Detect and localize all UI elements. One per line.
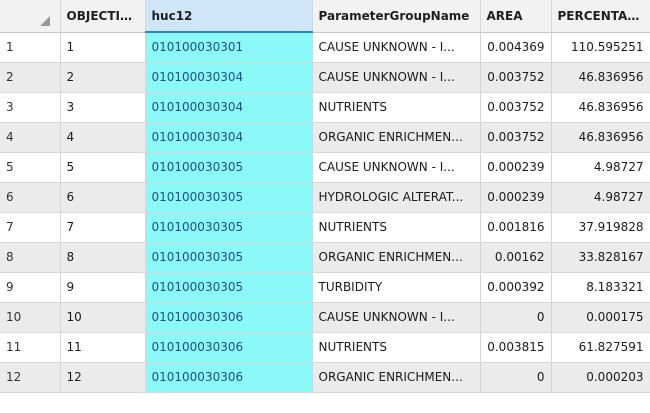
huc12-cell[interactable]: 010100030304 — [145, 122, 313, 153]
row-number-cell[interactable]: 12 — [0, 362, 61, 393]
huc12-cell[interactable]: 010100030304 — [145, 62, 313, 93]
attribute-table: OBJECTID * huc12 ParameterGroupName AREA… — [0, 0, 650, 413]
select-all-corner[interactable] — [0, 0, 61, 33]
huc12-cell[interactable]: 010100030306 — [145, 362, 313, 393]
percentage-cell[interactable]: 33.828167 — [551, 242, 650, 273]
objectid-cell[interactable]: 11 — [60, 332, 146, 363]
table-row[interactable]: 10 10 010100030306 CAUSE UNKNOWN - I... 0 0.0… — [0, 302, 650, 333]
table-row[interactable]: 5 5 010100030305 CAUSE UNKNOWN - I... 0.0002… — [0, 152, 650, 183]
area-cell[interactable]: 0.003752 — [480, 92, 552, 123]
huc12-cell[interactable]: 010100030301 — [145, 32, 313, 63]
percentage-cell[interactable]: 0.000175 — [551, 302, 650, 333]
parametergroupname-cell[interactable]: HYDROLOGIC ALTERAT... — [312, 182, 481, 213]
objectid-cell[interactable]: 9 — [60, 272, 146, 303]
select-all-triangle-icon — [39, 15, 50, 26]
column-header-objectid[interactable]: OBJECTID * — [60, 0, 146, 33]
objectid-cell[interactable]: 10 — [60, 302, 146, 333]
area-cell[interactable]: 0.000239 — [480, 182, 552, 213]
table-row[interactable]: 12 12 010100030306 ORGANIC ENRICHMEN... 0 0.0… — [0, 362, 650, 393]
parametergroupname-cell[interactable]: ORGANIC ENRICHMEN... — [312, 122, 481, 153]
parametergroupname-cell[interactable]: TURBIDITY — [312, 272, 481, 303]
table-row[interactable]: 11 11 010100030306 NUTRIENTS 0.003815 61.8275… — [0, 332, 650, 363]
area-cell[interactable]: 0.003752 — [480, 62, 552, 93]
row-number-cell[interactable]: 11 — [0, 332, 61, 363]
parametergroupname-cell[interactable]: ORGANIC ENRICHMEN... — [312, 242, 481, 273]
row-number-cell[interactable]: 9 — [0, 272, 61, 303]
row-number-cell[interactable]: 2 — [0, 62, 61, 93]
column-header-huc12[interactable]: huc12 — [145, 0, 313, 33]
percentage-cell[interactable]: 46.836956 — [551, 62, 650, 93]
table-row[interactable]: 3 3 010100030304 NUTRIENTS 0.003752 46.836956 — [0, 92, 650, 123]
objectid-cell[interactable]: 6 — [60, 182, 146, 213]
huc12-cell[interactable]: 010100030306 — [145, 332, 313, 363]
parametergroupname-cell[interactable]: NUTRIENTS — [312, 332, 481, 363]
percentage-cell[interactable]: 46.836956 — [551, 122, 650, 153]
column-header-percentage[interactable]: PERCENTAGE — [551, 0, 650, 33]
huc12-cell[interactable]: 010100030304 — [145, 92, 313, 123]
objectid-cell[interactable]: 4 — [60, 122, 146, 153]
parametergroupname-cell[interactable]: CAUSE UNKNOWN - I... — [312, 302, 481, 333]
huc12-cell[interactable]: 010100030305 — [145, 242, 313, 273]
table-row[interactable]: 4 4 010100030304 ORGANIC ENRICHMEN... 0.0037… — [0, 122, 650, 153]
area-cell[interactable]: 0.000392 — [480, 272, 552, 303]
area-cell[interactable]: 0.001816 — [480, 212, 552, 243]
area-cell[interactable]: 0.003815 — [480, 332, 552, 363]
area-cell[interactable]: 0.003752 — [480, 122, 552, 153]
attribute-table-grid: OBJECTID * huc12 ParameterGroupName AREA… — [0, 0, 650, 393]
row-number-cell[interactable]: 3 — [0, 92, 61, 123]
table-row[interactable]: 1 1 010100030301 CAUSE UNKNOWN - I... 0.0043… — [0, 32, 650, 63]
huc12-cell[interactable]: 010100030305 — [145, 272, 313, 303]
row-number-cell[interactable]: 4 — [0, 122, 61, 153]
objectid-cell[interactable]: 5 — [60, 152, 146, 183]
parametergroupname-cell[interactable]: CAUSE UNKNOWN - I... — [312, 152, 481, 183]
parametergroupname-cell[interactable]: NUTRIENTS — [312, 212, 481, 243]
objectid-cell[interactable]: 12 — [60, 362, 146, 393]
percentage-cell[interactable]: 4.98727 — [551, 152, 650, 183]
percentage-cell[interactable]: 61.827591 — [551, 332, 650, 363]
area-cell[interactable]: 0.00162 — [480, 242, 552, 273]
area-cell[interactable]: 0 — [480, 362, 552, 393]
huc12-cell[interactable]: 010100030305 — [145, 152, 313, 183]
parametergroupname-cell[interactable]: CAUSE UNKNOWN - I... — [312, 62, 481, 93]
objectid-cell[interactable]: 3 — [60, 92, 146, 123]
table-body: 1 1 010100030301 CAUSE UNKNOWN - I... 0.0043… — [0, 32, 650, 393]
row-number-cell[interactable]: 1 — [0, 32, 61, 63]
huc12-cell[interactable]: 010100030306 — [145, 302, 313, 333]
huc12-cell[interactable]: 010100030305 — [145, 182, 313, 213]
parametergroupname-cell[interactable]: ORGANIC ENRICHMEN... — [312, 362, 481, 393]
table-row[interactable]: 8 8 010100030305 ORGANIC ENRICHMEN... 0.0016… — [0, 242, 650, 273]
area-cell[interactable]: 0.000239 — [480, 152, 552, 183]
table-row[interactable]: 6 6 010100030305 HYDROLOGIC ALTERAT... 0.000… — [0, 182, 650, 213]
column-header-parametergroupname[interactable]: ParameterGroupName — [312, 0, 481, 33]
percentage-cell[interactable]: 110.595251 — [551, 32, 650, 63]
objectid-cell[interactable]: 2 — [60, 62, 146, 93]
huc12-cell[interactable]: 010100030305 — [145, 212, 313, 243]
table-row[interactable]: 7 7 010100030305 NUTRIENTS 0.001816 37.919828 — [0, 212, 650, 243]
column-header-area[interactable]: AREA — [480, 0, 552, 33]
parametergroupname-cell[interactable]: NUTRIENTS — [312, 92, 481, 123]
percentage-cell[interactable]: 37.919828 — [551, 212, 650, 243]
row-number-cell[interactable]: 8 — [0, 242, 61, 273]
percentage-cell[interactable]: 4.98727 — [551, 182, 650, 213]
row-number-cell[interactable]: 6 — [0, 182, 61, 213]
percentage-cell[interactable]: 0.000203 — [551, 362, 650, 393]
table-row[interactable]: 2 2 010100030304 CAUSE UNKNOWN - I... 0.0037… — [0, 62, 650, 93]
parametergroupname-cell[interactable]: CAUSE UNKNOWN - I... — [312, 32, 481, 63]
percentage-cell[interactable]: 46.836956 — [551, 92, 650, 123]
percentage-cell[interactable]: 8.183321 — [551, 272, 650, 303]
header-row: OBJECTID * huc12 ParameterGroupName AREA… — [0, 0, 650, 33]
table-row[interactable]: 9 9 010100030305 TURBIDITY 0.000392 8.183321 — [0, 272, 650, 303]
row-number-cell[interactable]: 7 — [0, 212, 61, 243]
area-cell[interactable]: 0.004369 — [480, 32, 552, 63]
row-number-cell[interactable]: 10 — [0, 302, 61, 333]
objectid-cell[interactable]: 7 — [60, 212, 146, 243]
objectid-cell[interactable]: 1 — [60, 32, 146, 63]
area-cell[interactable]: 0 — [480, 302, 552, 333]
objectid-cell[interactable]: 8 — [60, 242, 146, 273]
row-number-cell[interactable]: 5 — [0, 152, 61, 183]
